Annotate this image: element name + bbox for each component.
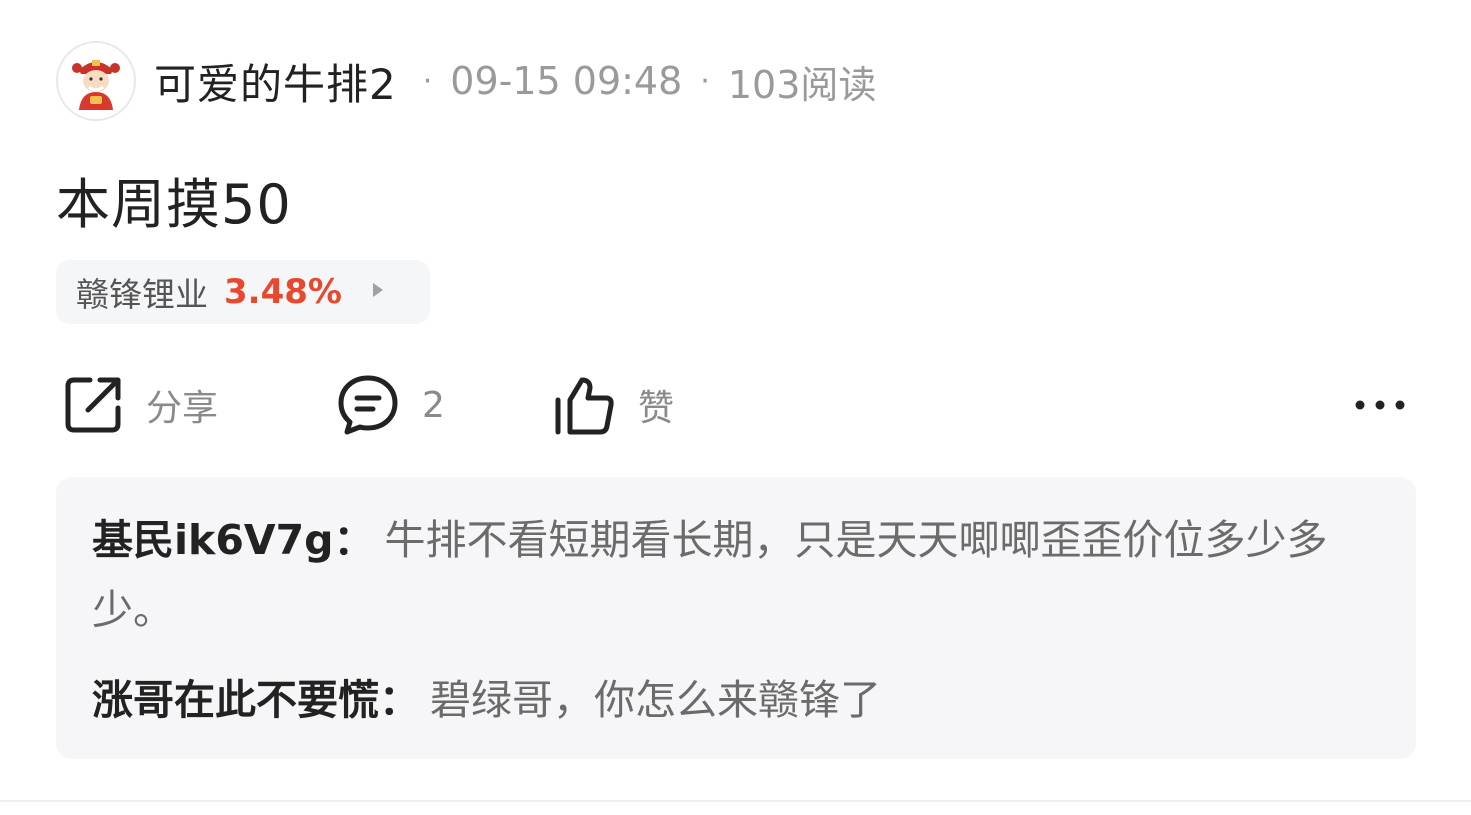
comment-colon: ： [333, 516, 375, 564]
share-icon [65, 377, 121, 433]
comment-colon: ： [379, 676, 420, 724]
separator-dot: · [422, 63, 433, 99]
comment-count: 2 [422, 384, 445, 426]
play-arrow-icon [372, 282, 384, 303]
post-content: 本周摸50 [56, 173, 292, 236]
read-count: 103阅读 [727, 62, 877, 107]
like-label: 赞 [638, 388, 675, 429]
comment-author[interactable]: 基民ik6V7g [92, 516, 333, 564]
more-dots-icon [1355, 400, 1405, 410]
thumbs-up-icon [555, 377, 614, 435]
action-bar: 分享 2 赞 [56, 370, 1416, 440]
post-header: 可爱的牛排2 · 09-15 09:48 · 103阅读 [56, 40, 876, 122]
post-divider [0, 800, 1471, 802]
comment-item[interactable]: 基民ik6V7g： 牛排不看短期看长期，只是天天唧唧歪歪价位多少多少。 [92, 505, 1380, 645]
comment-item[interactable]: 涨哥在此不要慌： 碧绿哥，你怎么来赣锋了 [92, 665, 1380, 735]
separator-dot: · [700, 63, 710, 99]
post-card: 可爱的牛排2 · 09-15 09:48 · 103阅读 本周摸50 赣锋锂业 … [0, 0, 1471, 815]
post-timestamp: 09-15 09:48 [450, 59, 683, 103]
post-meta: · 09-15 09:48 · 103阅读 [405, 54, 877, 109]
comment-author[interactable]: 涨哥在此不要慌 [92, 676, 379, 724]
comment-icon [338, 375, 398, 435]
comment-button[interactable]: 2 [336, 370, 445, 440]
more-button[interactable] [1354, 370, 1406, 440]
stock-tag[interactable]: 赣锋锂业 3.48% [56, 260, 430, 324]
like-button[interactable]: 赞 [552, 370, 674, 440]
share-button[interactable]: 分享 [62, 370, 218, 440]
comment-preview-box[interactable]: 基民ik6V7g： 牛排不看短期看长期，只是天天唧唧歪歪价位多少多少。 涨哥在此不… [56, 477, 1416, 759]
comment-text: 碧绿哥，你怎么来赣锋了 [430, 676, 881, 724]
share-label: 分享 [146, 388, 219, 429]
stock-name: 赣锋锂业 [76, 275, 208, 314]
caishen-avatar-icon [72, 60, 120, 110]
stock-change: 3.48% [224, 272, 342, 312]
author-name[interactable]: 可爱的牛排2 [154, 51, 397, 112]
avatar[interactable] [56, 41, 136, 121]
